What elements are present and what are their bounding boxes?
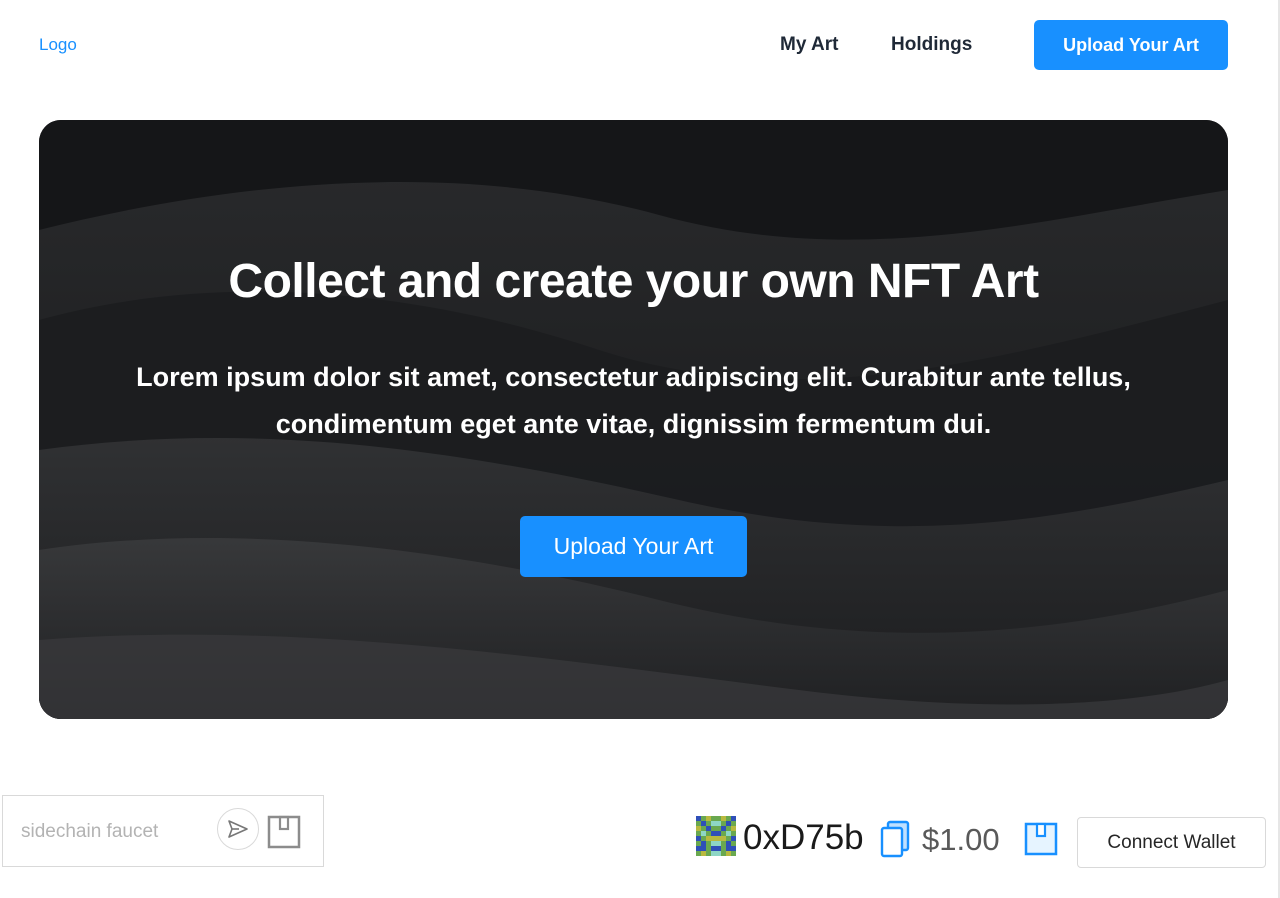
wallet-icon[interactable] <box>1024 822 1058 856</box>
faucet-address-input[interactable] <box>21 816 211 848</box>
logo-link[interactable]: Logo <box>39 35 77 55</box>
nav-link-my-art[interactable]: My Art <box>780 34 838 56</box>
faucet-send-button[interactable] <box>217 808 259 850</box>
hero-upload-art-button[interactable]: Upload Your Art <box>520 516 747 577</box>
wallet-address: 0xD75b <box>743 818 864 857</box>
faucet-wallet-icon[interactable] <box>267 815 301 849</box>
copy-icon[interactable] <box>879 820 911 858</box>
hero-banner: Collect and create your own NFT Art Lore… <box>39 120 1228 719</box>
account-avatar <box>696 816 736 856</box>
nav-link-holdings[interactable]: Holdings <box>891 34 972 56</box>
nav-upload-art-button[interactable]: Upload Your Art <box>1034 20 1228 70</box>
hero-subtitle: Lorem ipsum dolor sit amet, consectetur … <box>136 362 1131 439</box>
connect-wallet-button[interactable]: Connect Wallet <box>1077 817 1266 868</box>
send-icon <box>228 820 248 838</box>
hero-title: Collect and create your own NFT Art <box>228 255 1039 308</box>
top-navbar: Logo My Art Holdings Upload Your Art <box>0 0 1280 92</box>
sidechain-faucet-panel <box>2 795 324 867</box>
wallet-balance: $1.00 <box>922 822 1000 857</box>
